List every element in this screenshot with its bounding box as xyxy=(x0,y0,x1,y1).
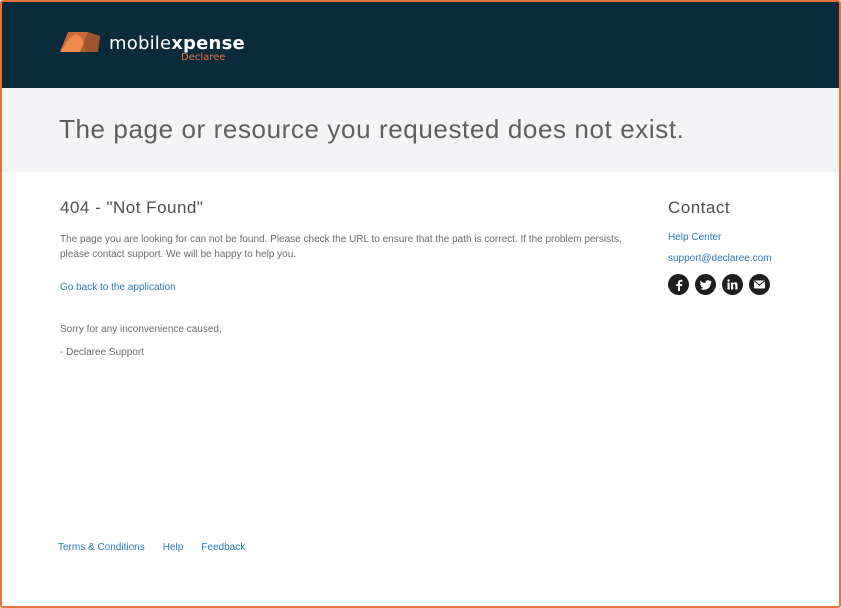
apology-text: Sorry for any inconvenience caused, xyxy=(60,324,222,335)
main-content: 404 - "Not Found" The page you are looki… xyxy=(60,198,640,358)
social-links xyxy=(668,274,828,295)
mobilexpense-logo-icon xyxy=(60,32,100,52)
help-link[interactable]: Help xyxy=(163,542,184,553)
page-title: The page or resource you requested does … xyxy=(59,114,685,144)
facebook-icon[interactable] xyxy=(668,274,689,295)
error-description: The page you are looking for can not be … xyxy=(60,234,622,260)
twitter-icon[interactable] xyxy=(695,274,716,295)
help-center-link[interactable]: Help Center xyxy=(668,232,828,243)
email-icon[interactable] xyxy=(749,274,770,295)
signature-text: - Declaree Support xyxy=(60,347,144,358)
banner: The page or resource you requested does … xyxy=(2,88,839,172)
contact-section: Contact Help Center support@declaree.com xyxy=(668,198,828,295)
logo-text: mobilexpense xyxy=(109,33,245,54)
terms-conditions-link[interactable]: Terms & Conditions xyxy=(58,542,145,553)
logo-subtitle: Declaree xyxy=(181,52,226,63)
support-email-link[interactable]: support@declaree.com xyxy=(668,253,828,264)
page-frame: mobilexpense Declaree The page or resour… xyxy=(0,0,841,608)
contact-heading: Contact xyxy=(668,198,731,217)
feedback-link[interactable]: Feedback xyxy=(201,542,245,553)
header: mobilexpense Declaree xyxy=(2,2,839,88)
back-to-application-link[interactable]: Go back to the application xyxy=(60,282,176,293)
error-heading: 404 - "Not Found" xyxy=(60,198,204,217)
footer: Terms & Conditions Help Feedback xyxy=(58,542,245,553)
logo[interactable]: mobilexpense Declaree xyxy=(58,26,258,66)
linkedin-icon[interactable] xyxy=(722,274,743,295)
